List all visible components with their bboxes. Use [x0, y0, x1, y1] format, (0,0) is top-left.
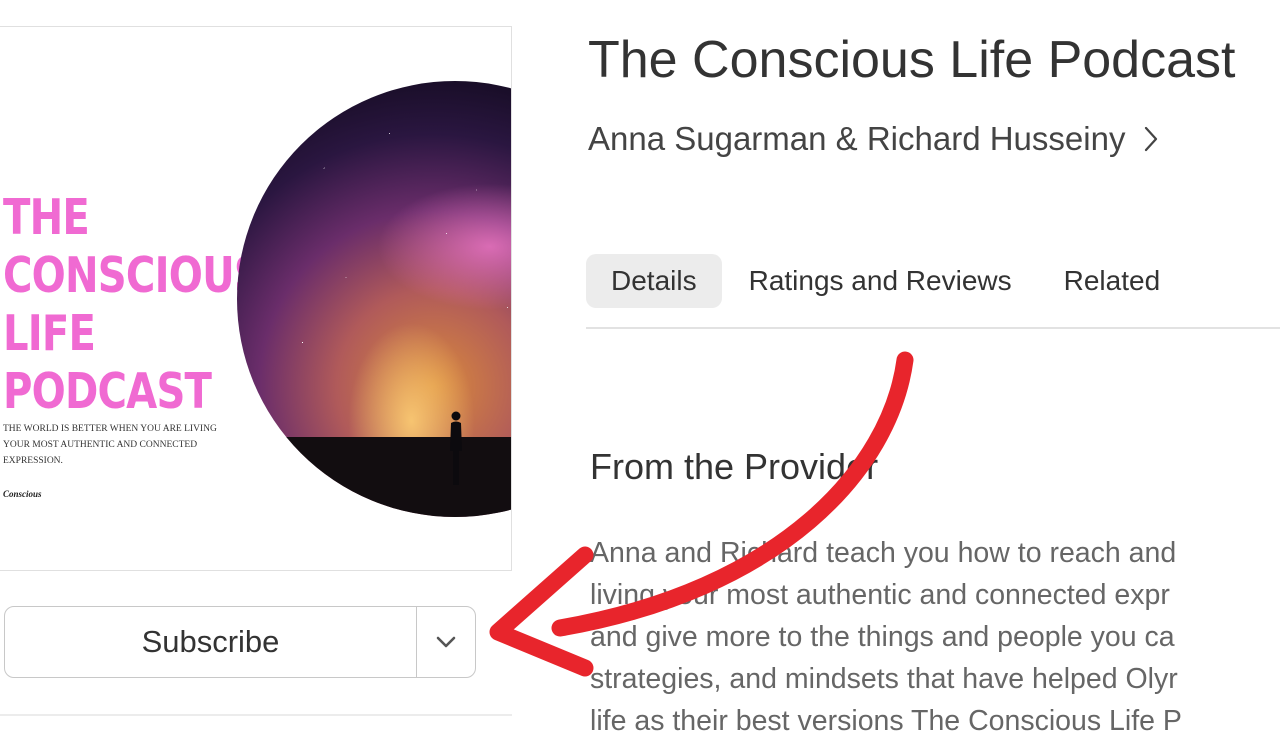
artwork-title-line: THE — [3, 189, 90, 246]
artwork-galaxy-image — [237, 81, 511, 517]
subscribe-menu-button[interactable] — [417, 607, 475, 677]
chevron-down-icon — [436, 636, 456, 648]
description-line: living your most authentic and connected… — [590, 579, 1170, 611]
authors-label: Anna Sugarman & Richard Husseiny — [588, 120, 1126, 157]
artwork-title: THE CONSCIOUS LIFE PODCAST — [3, 189, 263, 421]
tab-divider — [586, 327, 1280, 329]
artwork-title-line: PODCAST — [3, 363, 212, 420]
tab-related[interactable]: Related — [1039, 254, 1186, 308]
tab-details[interactable]: Details — [586, 254, 722, 308]
artwork-tagline: The world is better when you are living … — [3, 424, 217, 466]
subscribe-button[interactable]: Subscribe — [5, 607, 417, 677]
podcast-title: The Conscious Life Podcast — [588, 31, 1236, 89]
description-line: strategies, and mindsets that have helpe… — [590, 663, 1178, 695]
provider-heading: From the Provider — [590, 446, 879, 487]
description-line: and give more to the things and people y… — [590, 621, 1175, 653]
chevron-right-icon — [1145, 126, 1158, 152]
person-silhouette-icon — [450, 411, 462, 485]
tab-bar: Details Ratings and Reviews Related — [586, 254, 1185, 308]
artwork-logo: Conscious — [3, 489, 42, 499]
description-line: Anna and Richard teach you how to reach … — [590, 537, 1177, 569]
provider-description: Anna and Richard teach you how to reach … — [590, 532, 1280, 742]
description-line: life as their best versions The Consciou… — [590, 705, 1182, 737]
tab-ratings-and-reviews[interactable]: Ratings and Reviews — [724, 254, 1037, 308]
podcast-artwork: THE CONSCIOUS LIFE PODCAST The world is … — [0, 26, 512, 571]
artwork-title-line: CONSCIOUS — [3, 247, 263, 304]
subscribe-group: Subscribe — [4, 606, 476, 678]
artwork-title-line: LIFE — [3, 305, 96, 362]
authors-link[interactable]: Anna Sugarman & Richard Husseiny — [588, 120, 1159, 158]
artwork-ground — [237, 437, 511, 517]
bottom-divider — [0, 714, 512, 716]
